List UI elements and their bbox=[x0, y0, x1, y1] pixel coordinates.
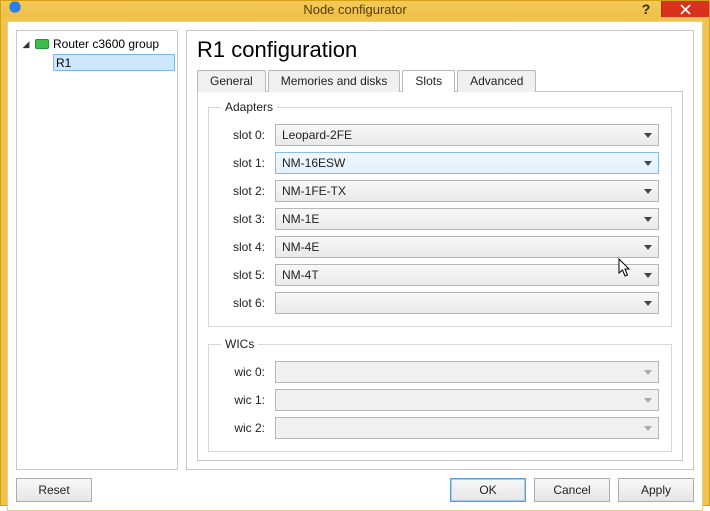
adapter-slot-row: slot 1: NM-16ESW bbox=[221, 152, 659, 174]
cancel-button[interactable]: Cancel bbox=[534, 478, 610, 502]
page-title: R1 configuration bbox=[197, 37, 683, 63]
tree-item-r1[interactable]: R1 bbox=[53, 54, 175, 71]
wic-slot-label: wic 1: bbox=[221, 393, 265, 407]
adapter-slot-label: slot 6: bbox=[221, 296, 265, 310]
router-group-icon bbox=[35, 39, 49, 49]
adapter-slot-combo-0[interactable]: Leopard-2FE bbox=[275, 124, 659, 146]
tabstrip: General Memories and disks Slots Advance… bbox=[197, 70, 683, 92]
expander-icon[interactable]: ◢ bbox=[21, 39, 31, 49]
adapter-slot-combo-1[interactable]: NM-16ESW bbox=[275, 152, 659, 174]
tab-advanced[interactable]: Advanced bbox=[457, 70, 536, 92]
wic-slot-row: wic 0: bbox=[221, 361, 659, 383]
chevron-down-icon bbox=[644, 189, 652, 194]
window-title: Node configurator bbox=[1, 2, 709, 17]
client-area: ◢ Router c3600 group R1 R1 configuration… bbox=[7, 21, 703, 511]
adapter-slot-combo-6[interactable] bbox=[275, 292, 659, 314]
chevron-down-icon bbox=[644, 398, 652, 403]
apply-button[interactable]: Apply bbox=[618, 478, 694, 502]
chevron-down-icon bbox=[644, 301, 652, 306]
adapter-slot-value: NM-1FE-TX bbox=[282, 184, 346, 198]
adapter-slot-label: slot 3: bbox=[221, 212, 265, 226]
tree-pane[interactable]: ◢ Router c3600 group R1 bbox=[16, 30, 178, 470]
ok-button[interactable]: OK bbox=[450, 478, 526, 502]
body-row: ◢ Router c3600 group R1 R1 configuration… bbox=[16, 30, 694, 470]
adapter-slot-combo-5[interactable]: NM-4T bbox=[275, 264, 659, 286]
adapter-slot-combo-3[interactable]: NM-1E bbox=[275, 208, 659, 230]
reset-button[interactable]: Reset bbox=[16, 478, 92, 502]
adapter-slot-combo-4[interactable]: NM-4E bbox=[275, 236, 659, 258]
adapter-slot-label: slot 0: bbox=[221, 128, 265, 142]
adapter-slot-row: slot 5: NM-4T bbox=[221, 264, 659, 286]
adapter-slot-label: slot 1: bbox=[221, 156, 265, 170]
tree-item-label: R1 bbox=[56, 56, 71, 70]
chevron-down-icon bbox=[644, 161, 652, 166]
adapter-slot-label: slot 5: bbox=[221, 268, 265, 282]
wic-slot-row: wic 2: bbox=[221, 417, 659, 439]
adapter-slot-value: NM-1E bbox=[282, 212, 319, 226]
adapter-slot-row: slot 4: NM-4E bbox=[221, 236, 659, 258]
chevron-down-icon bbox=[644, 133, 652, 138]
footer-buttons: Reset OK Cancel Apply bbox=[16, 478, 694, 502]
wic-slot-combo-2 bbox=[275, 417, 659, 439]
wic-slot-combo-0 bbox=[275, 361, 659, 383]
window-frame: Node configurator ? ◢ Router c3600 group… bbox=[0, 0, 710, 506]
chevron-down-icon bbox=[644, 370, 652, 375]
adapter-slot-label: slot 4: bbox=[221, 240, 265, 254]
tab-slots[interactable]: Slots bbox=[402, 70, 455, 92]
adapter-slot-value: NM-4E bbox=[282, 240, 319, 254]
adapters-group: Adapters slot 0: Leopard-2FE slot 1: NM-16E… bbox=[208, 100, 672, 327]
adapter-slot-label: slot 2: bbox=[221, 184, 265, 198]
chevron-down-icon bbox=[644, 426, 652, 431]
chevron-down-icon bbox=[644, 245, 652, 250]
close-icon bbox=[680, 4, 691, 15]
wic-slot-row: wic 1: bbox=[221, 389, 659, 411]
adapter-slot-combo-2[interactable]: NM-1FE-TX bbox=[275, 180, 659, 202]
titlebar[interactable]: Node configurator ? bbox=[1, 1, 709, 17]
adapter-slot-value: Leopard-2FE bbox=[282, 128, 352, 142]
tab-memories[interactable]: Memories and disks bbox=[268, 70, 401, 92]
tree-root-label: Router c3600 group bbox=[53, 37, 159, 51]
help-button[interactable]: ? bbox=[631, 1, 661, 17]
adapter-slot-row: slot 0: Leopard-2FE bbox=[221, 124, 659, 146]
wics-legend: WICs bbox=[221, 337, 258, 351]
wic-slot-label: wic 0: bbox=[221, 365, 265, 379]
tab-panel-slots: Adapters slot 0: Leopard-2FE slot 1: NM-16E… bbox=[197, 91, 683, 461]
close-button[interactable] bbox=[661, 1, 709, 17]
app-icon bbox=[9, 1, 25, 17]
window-controls: ? bbox=[631, 1, 709, 17]
adapter-slot-value: NM-16ESW bbox=[282, 156, 345, 170]
tab-general[interactable]: General bbox=[197, 70, 266, 92]
wics-group: WICs wic 0: wic 1: wic 2: bbox=[208, 337, 672, 452]
wic-slot-label: wic 2: bbox=[221, 421, 265, 435]
chevron-down-icon bbox=[644, 217, 652, 222]
adapter-slot-row: slot 6: bbox=[221, 292, 659, 314]
adapter-slot-row: slot 2: NM-1FE-TX bbox=[221, 180, 659, 202]
chevron-down-icon bbox=[644, 273, 652, 278]
adapter-slot-value: NM-4T bbox=[282, 268, 319, 282]
adapter-slot-row: slot 3: NM-1E bbox=[221, 208, 659, 230]
right-pane: R1 configuration General Memories and di… bbox=[186, 30, 694, 470]
wic-slot-combo-1 bbox=[275, 389, 659, 411]
tree-root-row[interactable]: ◢ Router c3600 group bbox=[19, 35, 175, 53]
adapters-legend: Adapters bbox=[221, 100, 277, 114]
